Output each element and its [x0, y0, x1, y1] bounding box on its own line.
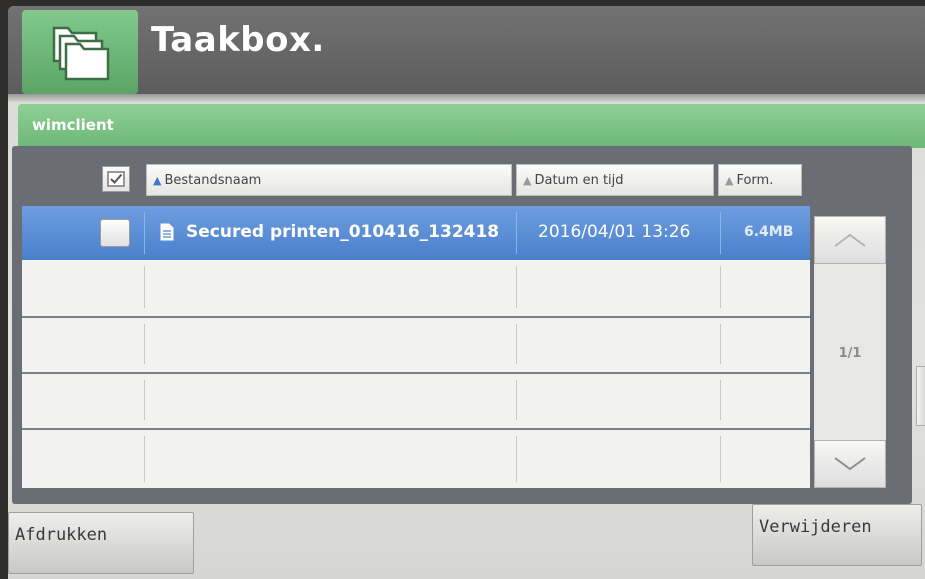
- column-header-format-label: Form.: [736, 172, 774, 188]
- column-divider: [720, 266, 721, 308]
- table-row[interactable]: Secured printen_010416_132418 2016/04/01…: [22, 206, 810, 260]
- column-divider: [516, 324, 517, 364]
- chevron-down-icon: [834, 457, 866, 471]
- column-header-datetime[interactable]: ▲ Datum en tijd: [516, 164, 714, 196]
- sort-ascending-icon: ▲: [153, 173, 162, 187]
- side-panel-tab[interactable]: [916, 366, 925, 426]
- empty-row: [22, 428, 810, 488]
- column-divider: [144, 212, 145, 254]
- print-button[interactable]: Afdrukken: [8, 512, 194, 574]
- column-divider: [144, 436, 145, 482]
- column-divider: [144, 266, 145, 308]
- column-divider: [720, 212, 721, 254]
- empty-row: [22, 260, 810, 314]
- column-divider: [516, 436, 517, 482]
- sort-ascending-icon: ▲: [725, 173, 734, 187]
- file-name: Secured printen_010416_132418: [186, 222, 500, 242]
- screen: Taakbox. wimclient ▲ Bestandsnaam ▲ Datu…: [8, 6, 925, 579]
- file-list-panel: ▲ Bestandsnaam ▲ Datum en tijd ▲ Form. S…: [12, 146, 912, 504]
- checkmark-icon: [107, 171, 125, 187]
- header-shadow: [8, 94, 925, 102]
- app-header: Taakbox.: [8, 6, 925, 96]
- column-divider: [720, 380, 721, 420]
- delete-button[interactable]: Verwijderen: [752, 504, 922, 566]
- column-header-filename-label: Bestandsnaam: [164, 172, 262, 188]
- select-all-checkbox[interactable]: [102, 166, 130, 192]
- row-checkbox[interactable]: [100, 219, 130, 247]
- sort-ascending-icon: ▲: [523, 173, 532, 187]
- column-divider: [516, 380, 517, 420]
- page-title: Taakbox.: [151, 20, 325, 60]
- job-box-icon-tile: [22, 10, 138, 94]
- file-name-cell: Secured printen_010416_132418: [160, 206, 499, 258]
- box-name: wimclient: [32, 116, 114, 134]
- scroll-down-button[interactable]: [814, 440, 886, 488]
- column-divider: [516, 266, 517, 308]
- folders-icon: [52, 26, 110, 81]
- document-icon: [160, 223, 174, 241]
- chevron-up-icon: [834, 233, 866, 247]
- empty-row: [22, 372, 810, 426]
- column-divider: [516, 212, 517, 254]
- column-divider: [144, 324, 145, 364]
- column-divider: [144, 380, 145, 420]
- file-datetime: 2016/04/01 13:26: [538, 222, 691, 242]
- column-header-datetime-label: Datum en tijd: [534, 172, 624, 188]
- column-divider: [720, 436, 721, 482]
- scroll-up-button[interactable]: [814, 216, 886, 264]
- column-header-format[interactable]: ▲ Form.: [718, 164, 802, 196]
- column-header-filename[interactable]: ▲ Bestandsnaam: [146, 164, 512, 196]
- scroll-column: 1/1: [814, 216, 886, 488]
- box-name-bar: wimclient: [18, 104, 925, 148]
- column-divider: [720, 324, 721, 364]
- page-indicator: 1/1: [838, 346, 862, 361]
- file-size: 6.4MB: [744, 224, 794, 240]
- empty-row: [22, 316, 810, 370]
